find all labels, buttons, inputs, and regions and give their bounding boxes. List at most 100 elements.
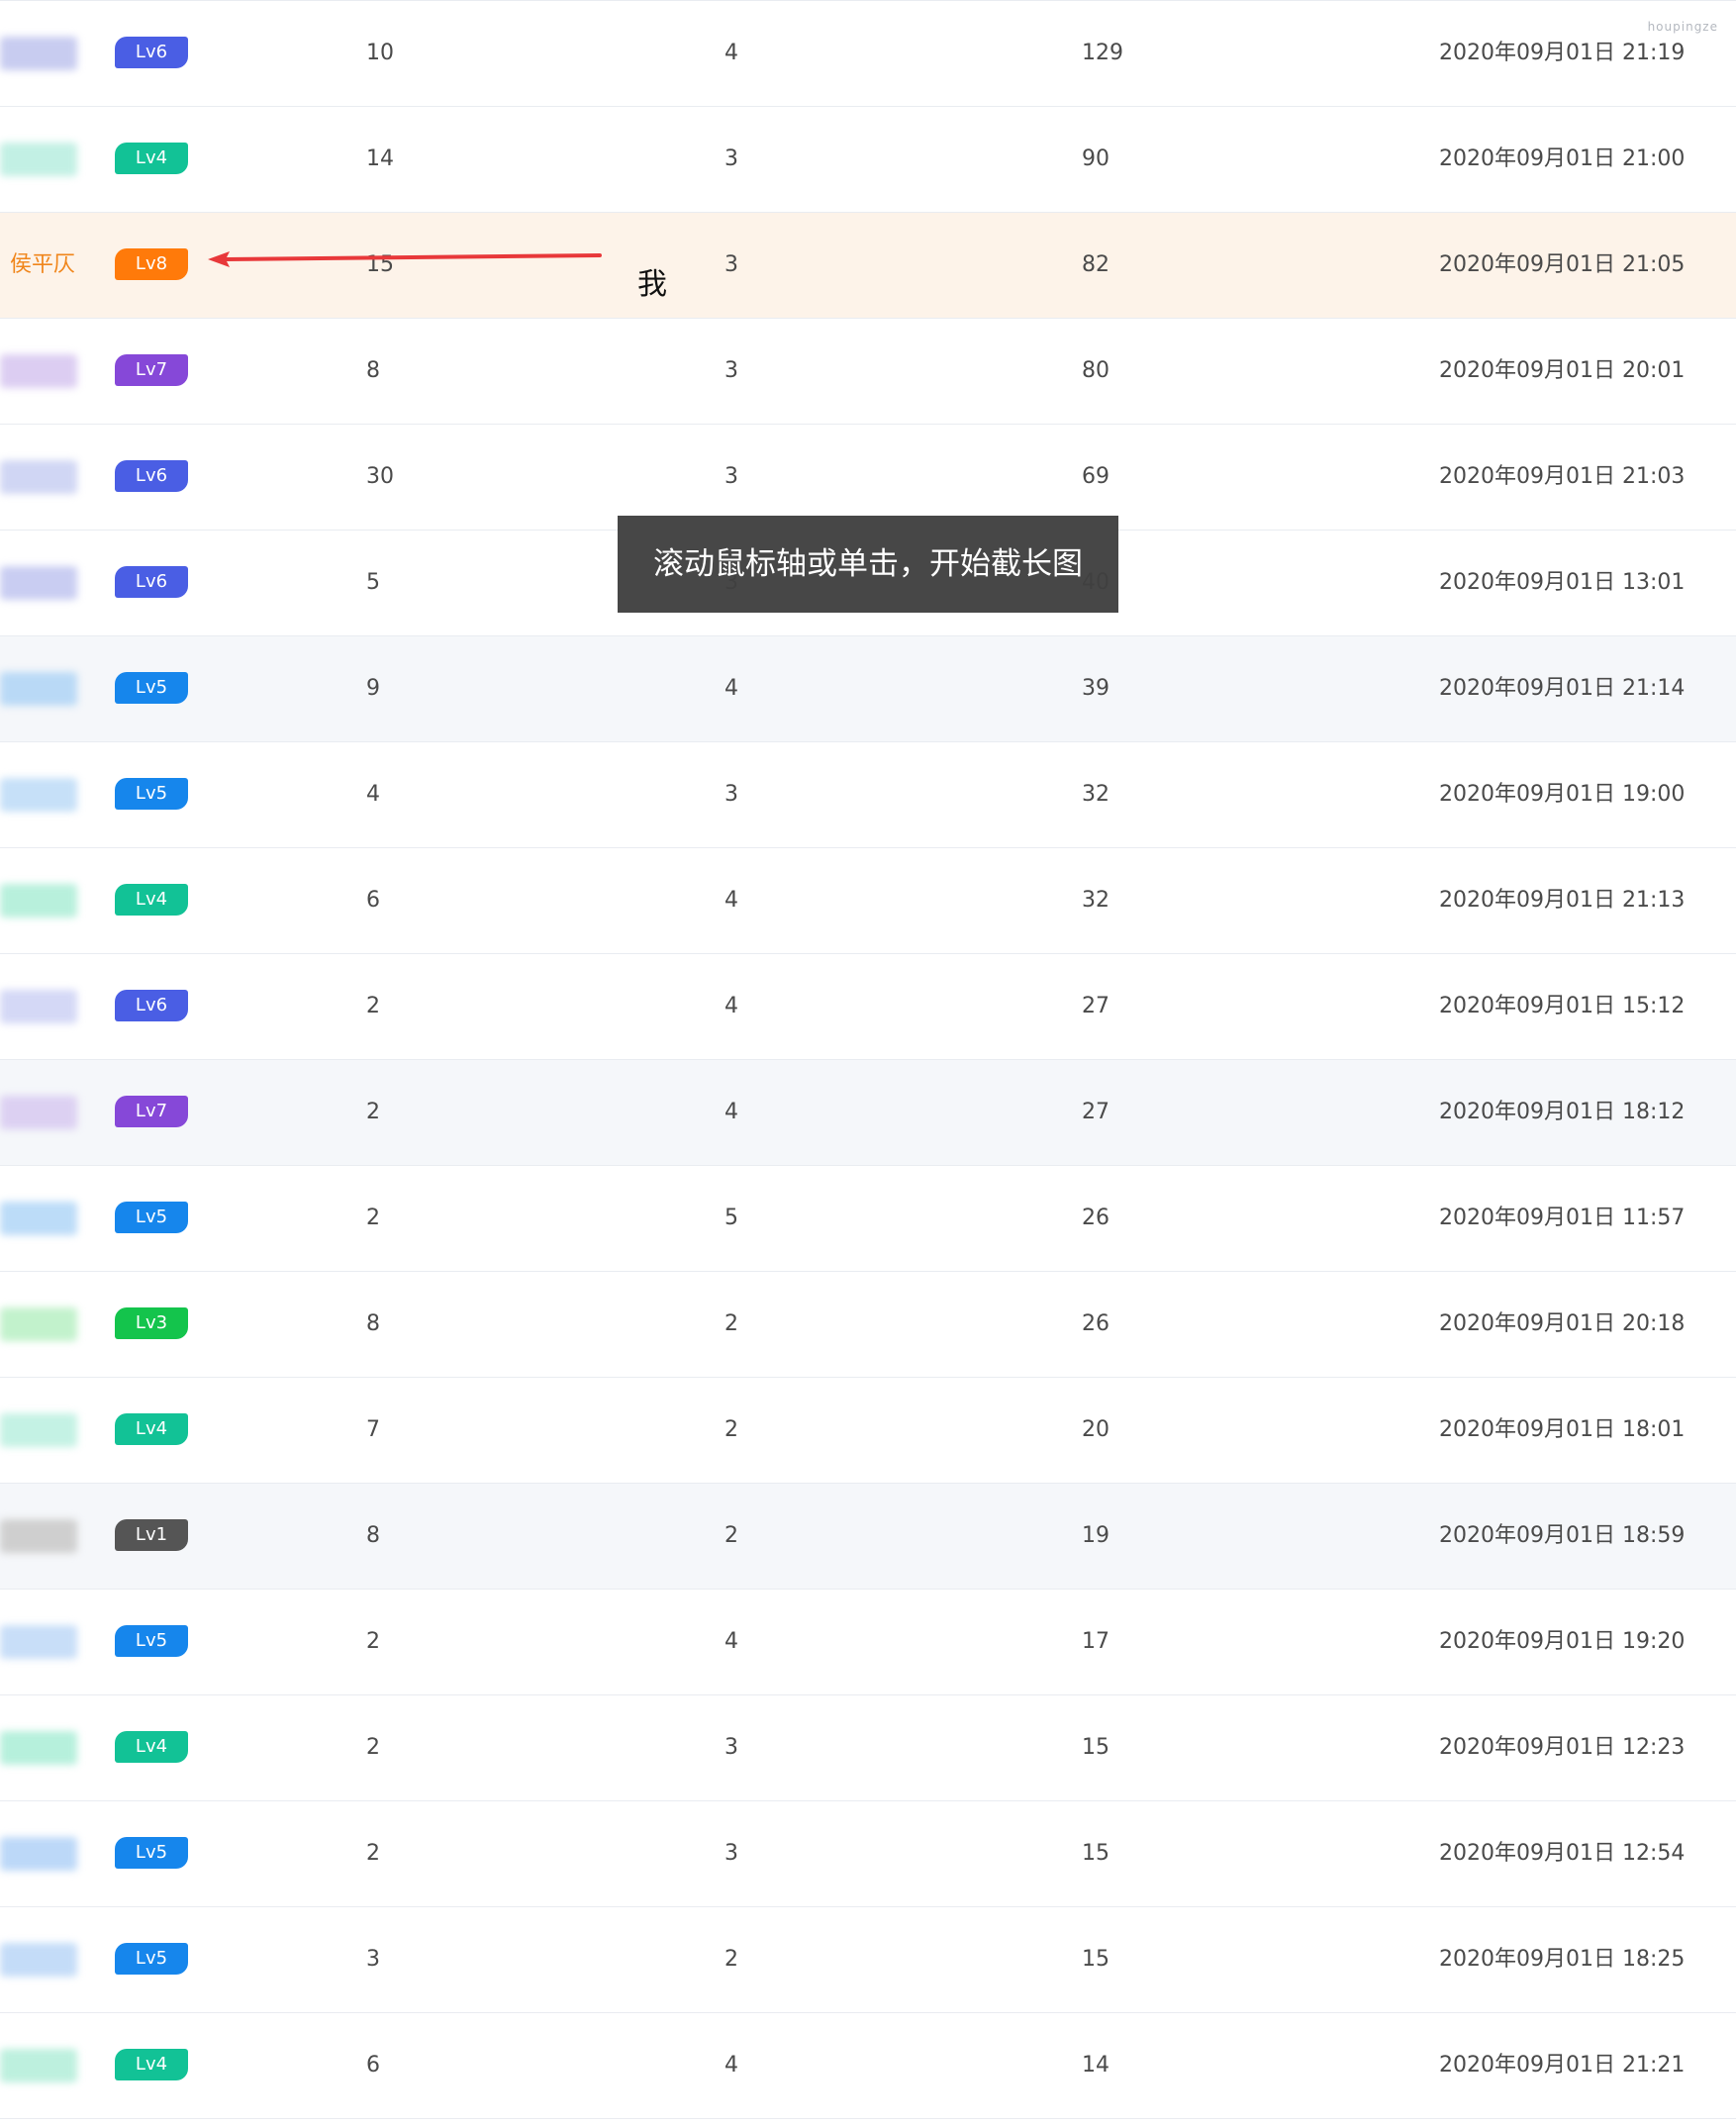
blurred-user-name xyxy=(0,1519,77,1553)
level-badge: Lv5 xyxy=(115,672,188,704)
count-cell: 4 xyxy=(724,1629,738,1654)
user-name-cell xyxy=(0,531,99,635)
user-name-cell xyxy=(0,2013,99,2118)
table-row[interactable]: Lv6 2 4 27 2020年09月01日 15:12 xyxy=(0,954,1736,1060)
long-screenshot-toast[interactable]: 滚动鼠标轴或单击，开始截长图 xyxy=(618,516,1118,613)
time-cell: 2020年09月01日 21:13 xyxy=(1439,888,1686,913)
table-row[interactable]: Lv4 6 4 14 2020年09月01日 21:21 xyxy=(0,2013,1736,2119)
table-row[interactable]: Lv7 8 3 80 2020年09月01日 20:01 xyxy=(0,319,1736,425)
count-cell: 8 xyxy=(366,1523,380,1548)
user-name-cell xyxy=(0,1907,99,2012)
count-cell: 2 xyxy=(366,994,380,1018)
time-cell: 2020年09月01日 21:00 xyxy=(1439,146,1686,171)
blurred-user-name xyxy=(0,884,77,918)
table-row[interactable]: Lv5 9 4 39 2020年09月01日 21:14 xyxy=(0,636,1736,742)
count-cell: 3 xyxy=(724,1735,738,1760)
time-cell: 2020年09月01日 15:12 xyxy=(1439,994,1686,1018)
table-row[interactable]: Lv3 8 2 26 2020年09月01日 20:18 xyxy=(0,1272,1736,1378)
time-cell: 2020年09月01日 19:20 xyxy=(1439,1629,1686,1654)
user-name-cell xyxy=(0,1060,99,1165)
table-row[interactable]: Lv6 30 3 69 2020年09月01日 21:03 xyxy=(0,425,1736,531)
score-cell: 129 xyxy=(1082,41,1123,65)
table-row[interactable]: Lv4 2 3 15 2020年09月01日 12:23 xyxy=(0,1695,1736,1801)
time-cell: 2020年09月01日 13:01 xyxy=(1439,570,1686,595)
table-row[interactable]: Lv5 3 2 15 2020年09月01日 18:25 xyxy=(0,1907,1736,2013)
score-cell: 80 xyxy=(1082,358,1109,383)
user-name-cell xyxy=(0,1378,99,1483)
score-cell: 39 xyxy=(1082,676,1109,701)
count-cell: 2 xyxy=(366,1629,380,1654)
level-badge: Lv4 xyxy=(115,143,188,174)
score-cell: 27 xyxy=(1082,1100,1109,1124)
user-name-cell xyxy=(0,107,99,212)
count-cell: 2 xyxy=(724,1523,738,1548)
table-row[interactable]: Lv4 6 4 32 2020年09月01日 21:13 xyxy=(0,848,1736,954)
score-cell: 14 xyxy=(1082,2053,1109,2078)
user-name-cell: 侯平仄 xyxy=(0,213,99,318)
blurred-user-name xyxy=(0,1307,77,1341)
count-cell: 30 xyxy=(366,464,394,489)
count-cell: 10 xyxy=(366,41,394,65)
blurred-user-name xyxy=(0,354,77,388)
level-badge: Lv3 xyxy=(115,1307,188,1339)
count-cell: 4 xyxy=(724,2053,738,2078)
table-row[interactable]: Lv4 14 3 90 2020年09月01日 21:00 xyxy=(0,107,1736,213)
count-cell: 3 xyxy=(724,464,738,489)
score-cell: 90 xyxy=(1082,146,1109,171)
level-badge: Lv5 xyxy=(115,778,188,810)
table-row[interactable]: Lv6 10 4 129 2020年09月01日 21:19 xyxy=(0,0,1736,107)
time-cell: 2020年09月01日 11:57 xyxy=(1439,1206,1686,1230)
level-badge: Lv1 xyxy=(115,1519,188,1551)
score-cell: 20 xyxy=(1082,1417,1109,1442)
blurred-user-name xyxy=(0,566,77,600)
user-name-cell xyxy=(0,848,99,953)
time-cell: 2020年09月01日 12:23 xyxy=(1439,1735,1686,1760)
time-cell: 2020年09月01日 21:21 xyxy=(1439,2053,1686,2078)
count-cell: 4 xyxy=(724,888,738,913)
time-cell: 2020年09月01日 21:05 xyxy=(1439,252,1686,277)
table-row[interactable]: Lv5 4 3 32 2020年09月01日 19:00 xyxy=(0,742,1736,848)
level-badge: Lv5 xyxy=(115,1202,188,1233)
blurred-user-name xyxy=(0,672,77,706)
time-cell: 2020年09月01日 18:12 xyxy=(1439,1100,1686,1124)
table-row[interactable]: Lv1 8 2 19 2020年09月01日 18:59 xyxy=(0,1484,1736,1590)
blurred-user-name xyxy=(0,1202,77,1235)
count-cell: 7 xyxy=(366,1417,380,1442)
ranking-table: Lv6 10 4 129 2020年09月01日 21:19 Lv4 14 3 90 2020年0… xyxy=(0,0,1736,2119)
user-name-cell xyxy=(0,954,99,1059)
table-row[interactable]: Lv5 2 5 26 2020年09月01日 11:57 xyxy=(0,1166,1736,1272)
count-cell: 8 xyxy=(366,358,380,383)
blurred-user-name xyxy=(0,1731,77,1765)
user-name-cell xyxy=(0,1695,99,1800)
blurred-user-name xyxy=(0,37,77,70)
table-row[interactable]: Lv5 2 3 15 2020年09月01日 12:54 xyxy=(0,1801,1736,1907)
table-row[interactable]: Lv7 2 4 27 2020年09月01日 18:12 xyxy=(0,1060,1736,1166)
level-badge: Lv6 xyxy=(115,460,188,492)
table-row[interactable]: Lv4 7 2 20 2020年09月01日 18:01 xyxy=(0,1378,1736,1484)
level-badge: Lv8 xyxy=(115,248,188,280)
user-name-cell xyxy=(0,1272,99,1377)
blurred-user-name xyxy=(0,143,77,176)
score-cell: 19 xyxy=(1082,1523,1109,1548)
blurred-user-name xyxy=(0,990,77,1023)
score-cell: 27 xyxy=(1082,994,1109,1018)
blurred-user-name xyxy=(0,2049,77,2082)
me-annotation-label: 我 xyxy=(637,267,667,302)
score-cell: 15 xyxy=(1082,1735,1109,1760)
blurred-user-name xyxy=(0,1096,77,1129)
user-name-cell xyxy=(0,1590,99,1694)
level-badge: Lv4 xyxy=(115,2049,188,2080)
count-cell: 2 xyxy=(724,1311,738,1336)
table-row[interactable]: Lv5 2 4 17 2020年09月01日 19:20 xyxy=(0,1590,1736,1695)
level-badge: Lv6 xyxy=(115,37,188,68)
count-cell: 3 xyxy=(366,1947,380,1972)
level-badge: Lv5 xyxy=(115,1625,188,1657)
score-cell: 69 xyxy=(1082,464,1109,489)
level-badge: Lv5 xyxy=(115,1943,188,1975)
time-cell: 2020年09月01日 21:19 xyxy=(1439,41,1686,65)
count-cell: 9 xyxy=(366,676,380,701)
count-cell: 6 xyxy=(366,2053,380,2078)
arrow-shaft xyxy=(224,253,602,261)
blurred-user-name xyxy=(0,778,77,812)
count-cell: 3 xyxy=(724,1841,738,1866)
